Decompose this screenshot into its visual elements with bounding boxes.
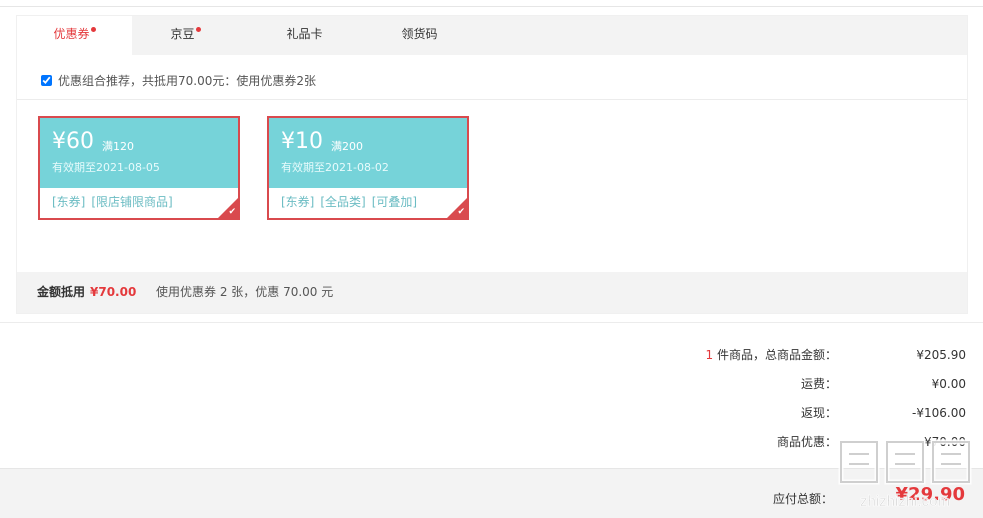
tab-label: 优惠券	[53, 27, 90, 41]
recommend-text: 优惠组合推荐，共抵用70.00元：使用优惠券2张	[58, 74, 316, 88]
summary-desc: 使用优惠券 2 张，优惠 70.00 元	[156, 285, 334, 299]
shipping-value: ¥0.00	[931, 377, 966, 391]
coupon-amount: ¥60	[52, 129, 94, 154]
recommend-combo[interactable]: 优惠组合推荐，共抵用70.00元：使用优惠券2张	[41, 72, 316, 90]
tab-label: 京豆	[170, 27, 195, 41]
coupon-expiry: 有效期至2021-08-02	[281, 161, 389, 174]
coupon-card[interactable]: ¥10 满200 有效期至2021-08-02 [东券] [全品类] [可叠加] ✔	[267, 116, 469, 220]
badge-dot-icon	[195, 27, 201, 32]
coupon-tags: [东券] [限店铺限商品]	[52, 195, 179, 209]
cashback-label: 返现：	[800, 406, 837, 420]
coupon-tag: [限店铺限商品]	[91, 195, 173, 209]
tab-pickup-code[interactable]: 领货码	[362, 16, 477, 55]
coupon-tag: [可叠加]	[371, 195, 418, 209]
check-icon: ✔	[457, 207, 465, 217]
shipping-label: 运费：	[800, 377, 837, 391]
items-total-label: 1 件商品，总商品金额：	[706, 347, 837, 363]
tab-label: 礼品卡	[286, 27, 323, 41]
coupon-card[interactable]: ¥60 满120 有效期至2021-08-05 [东券] [限店铺限商品] ✔	[38, 116, 240, 220]
summary-amount: ¥70.00	[90, 285, 137, 299]
payable-label: 应付总额：	[772, 492, 833, 506]
coupon-head: ¥60 满120 有效期至2021-08-05	[40, 118, 238, 188]
divider	[17, 99, 967, 100]
coupon-amount: ¥10	[281, 129, 323, 154]
coupon-head: ¥10 满200 有效期至2021-08-02	[269, 118, 467, 188]
tab-gift-card[interactable]: 礼品卡	[247, 16, 362, 55]
coupon-expiry: 有效期至2021-08-05	[52, 161, 160, 174]
tab-bar: 优惠券 京豆 礼品卡 领货码	[17, 16, 967, 56]
coupon-tags: [东券] [全品类] [可叠加]	[281, 195, 423, 209]
payable-amount: ¥29.90	[895, 484, 965, 505]
tab-jingdou[interactable]: 京豆	[128, 16, 243, 55]
section-divider	[0, 322, 983, 323]
items-total-value: ¥205.90	[916, 348, 966, 362]
coupon-limit: 满200	[331, 140, 363, 153]
badge-dot-icon	[90, 27, 96, 32]
coupon-tag: [东券]	[52, 195, 86, 209]
coupon-tag: [东券]	[281, 195, 315, 209]
coupon-tag: [全品类]	[320, 195, 366, 209]
cashback-value: -¥106.00	[912, 406, 966, 420]
check-icon: ✔	[228, 207, 236, 217]
discount-label: 商品优惠：	[776, 435, 837, 449]
summary-label: 金额抵用	[37, 285, 86, 299]
recommend-checkbox[interactable]	[41, 75, 52, 86]
items-count: 1	[705, 348, 714, 362]
coupon-summary: 金额抵用 ¥70.00 使用优惠券 2 张，优惠 70.00 元	[17, 272, 967, 313]
items-label: 件商品，总商品金额：	[716, 348, 837, 362]
discount-value: ¥70.00	[924, 435, 966, 449]
tab-coupons[interactable]: 优惠券	[17, 16, 132, 56]
top-divider	[0, 6, 983, 7]
coupon-panel: 优惠券 京豆 礼品卡 领货码 优惠组合推荐，共抵用70.00元：使用优惠券2张 …	[16, 15, 968, 314]
payable-bar: 应付总额： ¥29.90	[0, 468, 983, 518]
coupon-limit: 满120	[102, 140, 134, 153]
tab-label: 领货码	[401, 27, 438, 41]
